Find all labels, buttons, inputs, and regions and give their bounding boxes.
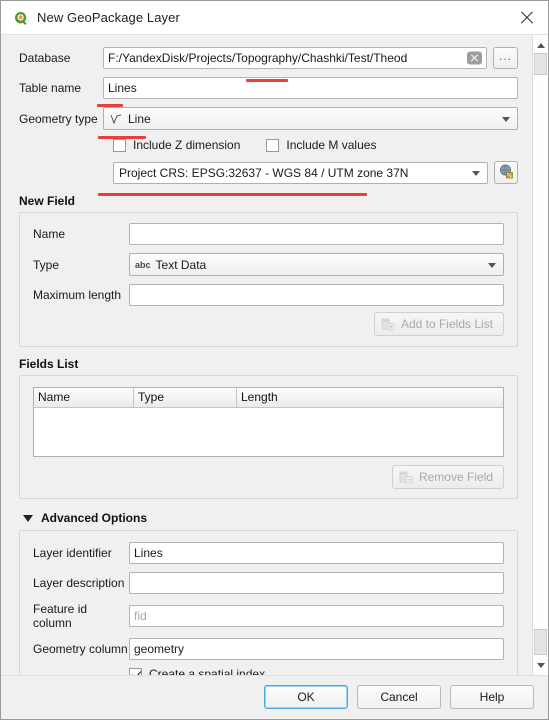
spatial-index-label: Create a spatial index (149, 667, 266, 675)
triangle-down-icon (23, 514, 33, 522)
layer-identifier-value: Lines (134, 546, 163, 560)
crs-value: Project CRS: EPSG:32637 - WGS 84 / UTM z… (119, 165, 409, 180)
remove-field-icon (399, 470, 413, 484)
qgis-logo-icon (12, 9, 29, 26)
field-name-input[interactable] (129, 223, 504, 245)
geometry-type-label: Geometry type (19, 111, 98, 126)
max-length-label: Maximum length (33, 288, 122, 302)
close-icon[interactable] (516, 7, 538, 29)
vertical-scrollbar[interactable] (532, 35, 548, 675)
chevron-down-icon (488, 262, 496, 268)
layer-description-row: Layer description (33, 572, 504, 594)
dimension-checkbox-row: Include Z dimension Include M values (113, 138, 518, 152)
geometry-column-input[interactable]: geometry (129, 638, 504, 660)
advanced-options-toggle[interactable]: Advanced Options (23, 511, 518, 525)
remove-field-row: Remove Field (33, 465, 504, 489)
remove-field-label: Remove Field (418, 470, 493, 484)
new-geopackage-layer-dialog: New GeoPackage Layer Database F:/YandexD… (0, 0, 549, 720)
field-type-value: Text Data (155, 257, 207, 272)
dialog-body: Database F:/YandexDisk/Projects/Topograp… (1, 35, 548, 675)
field-name-row: Name (33, 223, 504, 245)
add-field-row: Add to Fields List (33, 312, 504, 336)
field-type-label: Type (33, 257, 60, 272)
database-value: F:/YandexDisk/Projects/Topography/Chashk… (108, 51, 408, 65)
include-m-checkbox[interactable] (266, 138, 280, 152)
spatial-index-row: Create a spatial index (129, 667, 504, 675)
table-name-row: Table name Lines (19, 77, 518, 99)
browse-database-button[interactable]: ... (493, 47, 518, 69)
add-field-icon (381, 317, 395, 331)
max-length-input[interactable] (129, 284, 504, 306)
clear-x-icon[interactable] (467, 51, 482, 65)
feature-id-column-input[interactable]: fid (129, 605, 504, 627)
new-field-group: Name Type abc Text Data Maximum length A… (19, 212, 518, 347)
database-input[interactable]: F:/YandexDisk/Projects/Topography/Chashk… (103, 47, 487, 69)
form-area: Database F:/YandexDisk/Projects/Topograp… (1, 35, 532, 675)
database-row: Database F:/YandexDisk/Projects/Topograp… (19, 47, 518, 69)
geometry-column-row: Geometry column geometry (33, 638, 504, 660)
add-to-fields-list-button[interactable]: Add to Fields List (373, 312, 504, 336)
select-crs-button[interactable] (494, 161, 518, 184)
title-bar: New GeoPackage Layer (1, 1, 548, 35)
layer-identifier-row: Layer identifier Lines (33, 542, 504, 564)
advanced-options-group: Layer identifier Lines Layer description… (19, 530, 518, 675)
feature-id-column-row: Feature id column fid (33, 602, 504, 630)
add-to-fields-list-label: Add to Fields List (400, 317, 493, 331)
crs-combo[interactable]: Project CRS: EPSG:32637 - WGS 84 / UTM z… (113, 161, 488, 184)
table-name-value: Lines (108, 81, 137, 95)
abc-text-icon: abc (135, 259, 151, 270)
column-header-length: Length (241, 390, 278, 404)
fields-list-group: Name Type Length Remove Field (19, 375, 518, 499)
cancel-button[interactable]: Cancel (357, 684, 441, 709)
fields-list-title: Fields List (19, 357, 79, 371)
scrollbar-thumb-top[interactable] (534, 53, 547, 75)
globe-crs-icon (498, 163, 514, 182)
geometry-column-value: geometry (134, 642, 185, 656)
feature-id-column-label: Feature id column (33, 602, 88, 630)
chevron-down-icon (502, 116, 510, 122)
scroll-down-icon[interactable] (533, 657, 548, 673)
crs-row: Project CRS: EPSG:32637 - WGS 84 / UTM z… (113, 161, 518, 184)
field-type-combo[interactable]: abc Text Data (129, 253, 504, 276)
window-title: New GeoPackage Layer (37, 10, 180, 25)
fields-table-header: Name Type Length (34, 388, 503, 408)
include-m-label: Include M values (286, 138, 377, 152)
geometry-type-value: Line (128, 111, 151, 126)
column-header-name: Name (34, 388, 134, 407)
feature-id-column-placeholder: fid (134, 609, 147, 623)
scrollbar-thumb[interactable] (534, 629, 547, 655)
table-name-input[interactable]: Lines (103, 77, 518, 99)
fields-table[interactable]: Name Type Length (33, 387, 504, 457)
geometry-column-label: Geometry column (33, 642, 128, 656)
layer-description-label: Layer description (33, 576, 125, 590)
database-label: Database (19, 51, 71, 65)
advanced-options-title: Advanced Options (41, 511, 148, 525)
field-type-row: Type abc Text Data (33, 253, 504, 276)
geometry-type-row: Geometry type Line (19, 107, 518, 130)
scroll-up-icon[interactable] (533, 37, 548, 53)
include-z-checkbox[interactable] (113, 138, 126, 152)
field-name-label: Name (33, 227, 66, 241)
dialog-footer: OK Cancel Help (1, 675, 548, 719)
chevron-down-icon (472, 170, 480, 176)
column-header-type: Type (134, 388, 237, 407)
ok-button[interactable]: OK (264, 684, 348, 709)
geometry-type-combo[interactable]: Line (103, 107, 518, 130)
polyline-icon (109, 112, 123, 126)
layer-description-input[interactable] (129, 572, 504, 594)
new-field-title: New Field (19, 194, 76, 208)
spatial-index-checkbox[interactable] (129, 667, 142, 675)
layer-identifier-input[interactable]: Lines (129, 542, 504, 564)
max-length-row: Maximum length (33, 284, 504, 306)
include-z-label: Include Z dimension (133, 138, 241, 152)
table-name-label: Table name (19, 81, 82, 95)
layer-identifier-label: Layer identifier (33, 546, 112, 560)
help-button[interactable]: Help (450, 684, 534, 709)
remove-field-button[interactable]: Remove Field (391, 465, 504, 489)
